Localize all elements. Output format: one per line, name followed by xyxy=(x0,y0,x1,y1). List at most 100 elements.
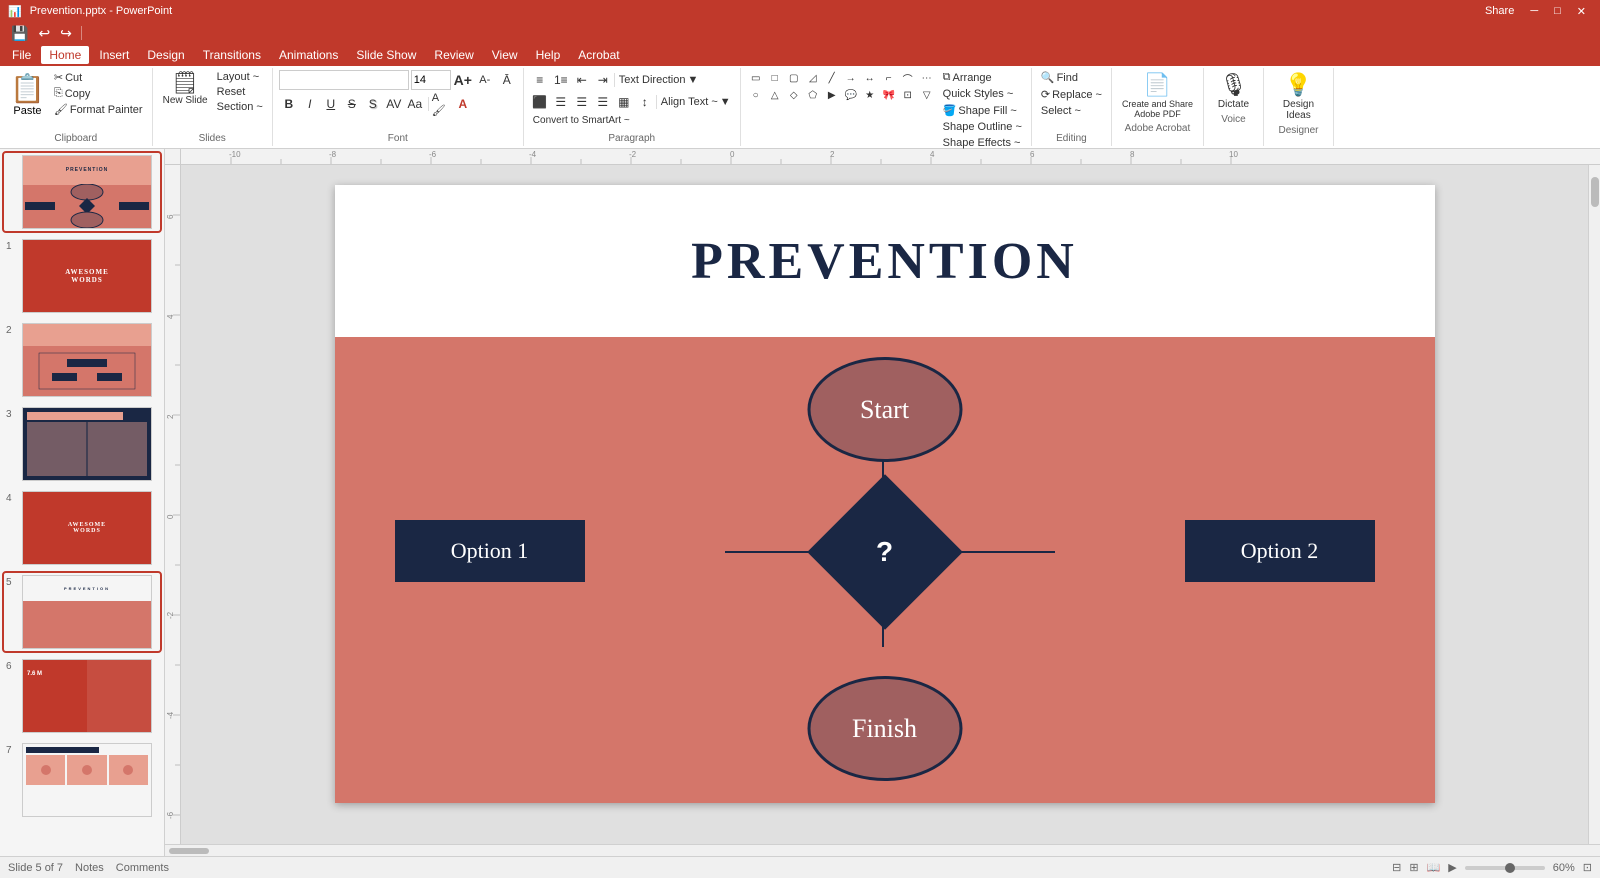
shape-outline-button[interactable]: Shape Outline ~ xyxy=(940,120,1025,134)
font-size-input[interactable] xyxy=(411,70,451,90)
shape-triangle[interactable]: △ xyxy=(766,87,784,103)
bullets-button[interactable]: ≡ xyxy=(530,70,550,90)
zoom-slider[interactable] xyxy=(1465,866,1545,870)
reset-button[interactable]: Reset xyxy=(214,85,266,99)
shape-callout[interactable]: 💬 xyxy=(842,87,860,103)
menu-slideshow[interactable]: Slide Show xyxy=(348,46,424,64)
shape-pentagon[interactable]: ⬠ xyxy=(804,87,822,103)
find-button[interactable]: 🔍 Find xyxy=(1038,70,1105,85)
clear-format-button[interactable]: Ā xyxy=(497,70,517,90)
change-case-button[interactable]: Aa xyxy=(405,94,425,114)
comments-button[interactable]: Comments xyxy=(116,862,169,874)
quick-styles-button[interactable]: Quick Styles ~ xyxy=(940,87,1025,101)
zoom-thumb[interactable] xyxy=(1505,863,1515,873)
adobe-label[interactable]: Adobe Acrobat xyxy=(1125,123,1191,134)
slide-thumb-current[interactable]: PREVENTION xyxy=(4,153,160,231)
shape-elbow[interactable]: ⌐ xyxy=(880,70,898,86)
slide-thumb-2[interactable]: 2 xyxy=(4,321,160,399)
menu-animations[interactable]: Animations xyxy=(271,46,346,64)
view-normal-button[interactable]: ⊟ xyxy=(1392,861,1401,874)
editing-label[interactable]: Editing xyxy=(1056,133,1087,144)
slide-thumb-1[interactable]: 1 AWESOME WORDS xyxy=(4,237,160,315)
menu-file[interactable]: File xyxy=(4,46,39,64)
option2-shape[interactable]: Option 2 xyxy=(1185,520,1375,582)
scrollbar-thumb-h[interactable] xyxy=(169,848,209,854)
align-left-button[interactable]: ⬛ xyxy=(530,92,550,112)
shape-more2[interactable]: ▽ xyxy=(918,87,936,103)
new-slide-button[interactable]: 🗒 New Slide xyxy=(159,70,212,108)
cut-button[interactable]: ✂ Cut xyxy=(51,70,146,85)
highlight-button[interactable]: A🖌 xyxy=(432,94,452,114)
menu-review[interactable]: Review xyxy=(426,46,481,64)
view-slide-sorter-button[interactable]: ⊞ xyxy=(1409,861,1418,874)
shape-line[interactable]: ╱ xyxy=(823,70,841,86)
menu-insert[interactable]: Insert xyxy=(91,46,137,64)
shape-diamond[interactable]: ◇ xyxy=(785,87,803,103)
menu-acrobat[interactable]: Acrobat xyxy=(570,46,627,64)
indent-inc-button[interactable]: ⇥ xyxy=(593,70,613,90)
indent-dec-button[interactable]: ⇤ xyxy=(572,70,592,90)
view-presenter-button[interactable]: ▶ xyxy=(1448,861,1456,874)
copy-button[interactable]: ⎘ Copy xyxy=(51,86,146,101)
columns-button[interactable]: ▦ xyxy=(614,92,634,112)
finish-shape[interactable]: Finish xyxy=(807,676,962,781)
menu-transitions[interactable]: Transitions xyxy=(195,46,269,64)
shape-ribbon[interactable]: 🎀 xyxy=(880,87,898,103)
shape-rect2[interactable]: □ xyxy=(766,70,784,86)
notes-button[interactable]: Notes xyxy=(75,862,104,874)
shape-arrow[interactable]: → xyxy=(842,70,860,86)
start-shape[interactable]: Start xyxy=(807,357,962,462)
menu-view[interactable]: View xyxy=(484,46,526,64)
shape-effects-button[interactable]: Shape Effects ~ xyxy=(940,136,1025,150)
underline-button[interactable]: U xyxy=(321,94,341,114)
menu-home[interactable]: Home xyxy=(41,46,89,64)
shape-snip[interactable]: ◿ xyxy=(804,70,822,86)
section-button[interactable]: Section ~ xyxy=(214,100,266,114)
create-adobe-button[interactable]: 📄 Create and ShareAdobe PDF xyxy=(1118,70,1197,121)
voice-label[interactable]: Voice xyxy=(1221,114,1245,125)
horizontal-scrollbar[interactable] xyxy=(165,844,1600,856)
menu-design[interactable]: Design xyxy=(139,46,192,64)
shape-star[interactable]: ★ xyxy=(861,87,879,103)
shape-rect[interactable]: ▭ xyxy=(747,70,765,86)
shape-oval[interactable]: ○ xyxy=(747,87,765,103)
slide-thumb-3[interactable]: 3 xyxy=(4,405,160,483)
slide-thumb-7[interactable]: 7 xyxy=(4,741,160,819)
dictate-button[interactable]: 🎙 Dictate xyxy=(1214,70,1253,112)
font-family-input[interactable] xyxy=(279,70,409,90)
slide-thumb-6[interactable]: 6 7.6 M xyxy=(4,657,160,735)
arrange-button[interactable]: ⧉ Arrange xyxy=(940,70,1025,85)
justify-button[interactable]: ☰ xyxy=(593,92,613,112)
align-right-button[interactable]: ☰ xyxy=(572,92,592,112)
undo-button[interactable]: ↩ xyxy=(35,25,53,42)
layout-button[interactable]: Layout ~ xyxy=(214,70,266,84)
share-button[interactable]: Share xyxy=(1479,5,1520,18)
minimize-button[interactable]: ─ xyxy=(1524,5,1544,18)
shape-arrow-right[interactable]: ▶ xyxy=(823,87,841,103)
option1-shape[interactable]: Option 1 xyxy=(395,520,585,582)
align-text-button[interactable]: Align Text ~▼ xyxy=(658,95,734,109)
menu-help[interactable]: Help xyxy=(528,46,569,64)
align-center-button[interactable]: ☰ xyxy=(551,92,571,112)
decrease-font-button[interactable]: A- xyxy=(475,70,495,90)
paragraph-label[interactable]: Paragraph xyxy=(608,133,655,144)
shape-fill-button[interactable]: 🪣 Shape Fill ~ xyxy=(940,103,1025,118)
shape-curved[interactable]: ⌒ xyxy=(899,70,917,86)
shadow-button[interactable]: S xyxy=(363,94,383,114)
maximize-button[interactable]: □ xyxy=(1548,5,1567,18)
font-color-button[interactable]: A xyxy=(453,94,473,114)
font-label[interactable]: Font xyxy=(388,133,408,144)
italic-button[interactable]: I xyxy=(300,94,320,114)
format-painter-button[interactable]: 🖌 Format Painter xyxy=(51,102,146,117)
font-spacing-button[interactable]: AV xyxy=(384,94,404,114)
close-button[interactable]: ✕ xyxy=(1571,5,1592,18)
design-ideas-button[interactable]: 💡 DesignIdeas xyxy=(1279,70,1318,123)
vertical-scrollbar[interactable] xyxy=(1588,165,1600,844)
clipboard-label[interactable]: Clipboard xyxy=(54,133,97,144)
paste-button[interactable]: 📋 Paste xyxy=(6,70,49,119)
bold-button[interactable]: B xyxy=(279,94,299,114)
fit-slide-button[interactable]: ⊡ xyxy=(1583,861,1592,874)
slide-thumb-5[interactable]: 5 PREVENTION xyxy=(4,573,160,651)
redo-button[interactable]: ↪ xyxy=(57,25,75,42)
designer-label[interactable]: Designer xyxy=(1278,125,1318,136)
